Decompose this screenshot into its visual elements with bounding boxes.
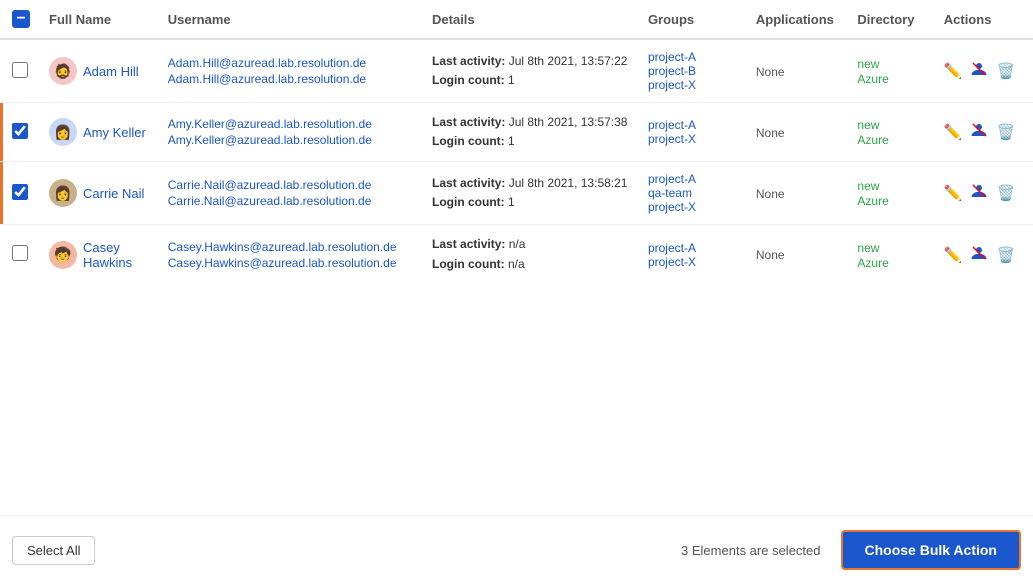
checkbox-adam-hill[interactable]	[12, 62, 28, 78]
col-full-name: Full Name	[41, 0, 160, 39]
group-link-amy-keller-project-A[interactable]: project-A	[648, 118, 740, 132]
group-link-carrie-nail-project-A[interactable]: project-A	[648, 172, 740, 186]
avatar-amy-keller: 👩	[49, 118, 77, 146]
groups-amy-keller: project-Aproject-X	[640, 103, 748, 162]
group-link-adam-hill-project-B[interactable]: project-B	[648, 64, 740, 78]
directory-link-adam-hill[interactable]: newAzure	[857, 57, 888, 86]
user-name-link-casey-hawkins[interactable]: 🧒Casey Hawkins	[49, 240, 152, 270]
col-username: Username	[160, 0, 424, 39]
group-link-adam-hill-project-X[interactable]: project-X	[648, 78, 740, 92]
directory-link-casey-hawkins[interactable]: newAzure	[857, 241, 888, 270]
block-icon-adam-hill[interactable]	[970, 60, 988, 82]
directory-carrie-nail: newAzure	[849, 162, 935, 225]
group-link-carrie-nail-project-X[interactable]: project-X	[648, 200, 740, 214]
elements-selected-text: 3 Elements are selected	[681, 543, 820, 558]
applications-casey-hawkins: None	[748, 225, 850, 284]
details-casey-hawkins: Last activity: n/aLogin count: n/a	[424, 225, 640, 284]
delete-icon-carrie-nail[interactable]: 🗑️	[996, 184, 1015, 202]
edit-icon-adam-hill[interactable]: ✏️	[944, 62, 963, 80]
checkbox-casey-hawkins[interactable]	[12, 245, 28, 261]
applications-value-carrie-nail: None	[756, 187, 785, 201]
group-link-amy-keller-project-X[interactable]: project-X	[648, 132, 740, 146]
directory-link-amy-keller[interactable]: newAzure	[857, 118, 888, 147]
group-link-casey-hawkins-project-A[interactable]: project-A	[648, 241, 740, 255]
groups-carrie-nail: project-Aqa-teamproject-X	[640, 162, 748, 225]
bulk-action-button[interactable]: Choose Bulk Action	[841, 530, 1022, 570]
delete-icon-adam-hill[interactable]: 🗑️	[996, 62, 1015, 80]
user-name-link-adam-hill[interactable]: 🧔 Adam Hill	[49, 57, 152, 85]
header-checkbox-cell	[0, 0, 41, 39]
applications-value-casey-hawkins: None	[756, 248, 785, 262]
username-link-adam-hill[interactable]: Adam.Hill@azuread.lab.resolution.de	[168, 72, 416, 86]
avatar-carrie-nail: 👩	[49, 179, 77, 207]
selected-indicator	[0, 103, 3, 161]
checkbox-carrie-nail[interactable]	[12, 184, 28, 200]
actions-amy-keller: ✏️ 🗑️	[936, 103, 1033, 162]
username-display-amy-keller[interactable]: Amy.Keller@azuread.lab.resolution.de	[168, 117, 416, 131]
username-display-adam-hill[interactable]: Adam.Hill@azuread.lab.resolution.de	[168, 56, 416, 70]
username-display-casey-hawkins[interactable]: Casey.Hawkins@azuread.lab.resolution.de	[168, 240, 416, 254]
applications-value-amy-keller: None	[756, 126, 785, 140]
block-icon-amy-keller[interactable]	[970, 121, 988, 143]
footer: Select All 3 Elements are selected Choos…	[0, 515, 1033, 580]
groups-casey-hawkins: project-Aproject-X	[640, 225, 748, 284]
col-actions: Actions	[936, 0, 1033, 39]
table-row: 🧔 Adam Hill Adam.Hill@azuread.lab.resoluti…	[0, 39, 1033, 103]
col-details: Details	[424, 0, 640, 39]
table-row: 👩 Carrie Nail Carrie.Nail@azuread.lab.reso…	[0, 162, 1033, 225]
table-row: 🧒Casey Hawkins Casey.Hawkins@azuread.lab.…	[0, 225, 1033, 284]
username-link-amy-keller[interactable]: Amy.Keller@azuread.lab.resolution.de	[168, 133, 416, 147]
groups-adam-hill: project-Aproject-Bproject-X	[640, 39, 748, 103]
actions-adam-hill: ✏️ 🗑️	[936, 39, 1033, 103]
group-link-adam-hill-project-A[interactable]: project-A	[648, 50, 740, 64]
details-adam-hill: Last activity: Jul 8th 2021, 13:57:22Log…	[424, 39, 640, 103]
applications-adam-hill: None	[748, 39, 850, 103]
main-container: Full Name Username Details Groups Applic…	[0, 0, 1033, 580]
col-groups: Groups	[640, 0, 748, 39]
directory-adam-hill: newAzure	[849, 39, 935, 103]
applications-value-adam-hill: None	[756, 65, 785, 79]
directory-link-carrie-nail[interactable]: newAzure	[857, 179, 888, 208]
footer-right: 3 Elements are selected Choose Bulk Acti…	[681, 530, 1021, 570]
table-row: 👩 Amy Keller Amy.Keller@azuread.lab.resolu…	[0, 103, 1033, 162]
username-link-casey-hawkins[interactable]: Casey.Hawkins@azuread.lab.resolution.de	[168, 256, 416, 270]
avatar-adam-hill: 🧔	[49, 57, 77, 85]
col-directory: Directory	[849, 0, 935, 39]
applications-amy-keller: None	[748, 103, 850, 162]
username-link-carrie-nail[interactable]: Carrie.Nail@azuread.lab.resolution.de	[168, 194, 416, 208]
details-amy-keller: Last activity: Jul 8th 2021, 13:57:38Log…	[424, 103, 640, 162]
users-table: Full Name Username Details Groups Applic…	[0, 0, 1033, 284]
directory-casey-hawkins: newAzure	[849, 225, 935, 284]
delete-icon-amy-keller[interactable]: 🗑️	[996, 123, 1015, 141]
edit-icon-carrie-nail[interactable]: ✏️	[944, 184, 963, 202]
group-link-casey-hawkins-project-X[interactable]: project-X	[648, 255, 740, 269]
select-all-checkbox[interactable]	[12, 10, 30, 28]
directory-amy-keller: newAzure	[849, 103, 935, 162]
full-name-casey-hawkins: Casey Hawkins	[83, 240, 152, 270]
username-display-carrie-nail[interactable]: Carrie.Nail@azuread.lab.resolution.de	[168, 178, 416, 192]
group-link-carrie-nail-qa-team[interactable]: qa-team	[648, 186, 740, 200]
actions-casey-hawkins: ✏️ 🗑️	[936, 225, 1033, 284]
details-carrie-nail: Last activity: Jul 8th 2021, 13:58:21Log…	[424, 162, 640, 225]
applications-carrie-nail: None	[748, 162, 850, 225]
user-name-link-carrie-nail[interactable]: 👩 Carrie Nail	[49, 179, 152, 207]
full-name-carrie-nail: Carrie Nail	[83, 186, 144, 201]
selected-indicator	[0, 162, 3, 224]
actions-carrie-nail: ✏️ 🗑️	[936, 162, 1033, 225]
full-name-amy-keller: Amy Keller	[83, 125, 146, 140]
block-icon-casey-hawkins[interactable]	[970, 244, 988, 266]
checkbox-amy-keller[interactable]	[12, 123, 28, 139]
full-name-adam-hill: Adam Hill	[83, 64, 139, 79]
select-all-button[interactable]: Select All	[12, 536, 95, 565]
col-applications: Applications	[748, 0, 850, 39]
edit-icon-casey-hawkins[interactable]: ✏️	[944, 246, 963, 264]
delete-icon-casey-hawkins[interactable]: 🗑️	[996, 246, 1015, 264]
block-icon-carrie-nail[interactable]	[970, 182, 988, 204]
avatar-casey-hawkins: 🧒	[49, 241, 77, 269]
edit-icon-amy-keller[interactable]: ✏️	[944, 123, 963, 141]
user-name-link-amy-keller[interactable]: 👩 Amy Keller	[49, 118, 152, 146]
